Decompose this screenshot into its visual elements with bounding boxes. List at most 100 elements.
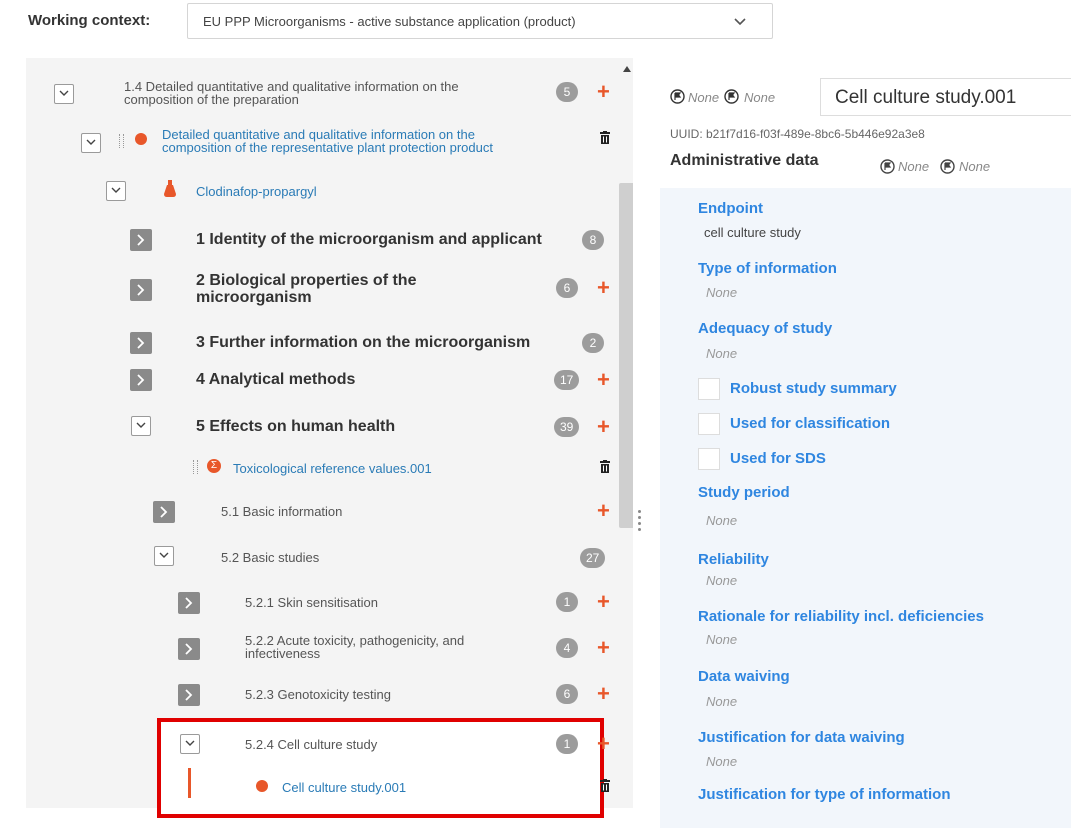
tree-item-tox-values[interactable]: Toxicological reference values.001 <box>233 462 432 475</box>
field-value-adequacy[interactable]: None <box>706 346 737 361</box>
collapse-toggle[interactable] <box>54 84 74 104</box>
collapse-toggle[interactable] <box>81 133 101 153</box>
expand-toggle[interactable] <box>130 369 152 391</box>
flag-icon <box>724 89 739 104</box>
tree-item-5-2-1[interactable]: 5.2.1 Skin sensitisation <box>245 596 378 609</box>
field-label-study-period: Study period <box>698 484 790 501</box>
drag-handle-icon[interactable] <box>193 460 198 474</box>
classification-checkbox[interactable] <box>698 413 720 435</box>
field-value-rationale[interactable]: None <box>706 632 737 647</box>
count-badge: 4 <box>556 638 578 658</box>
field-label-reliability: Reliability <box>698 551 769 568</box>
add-icon[interactable]: + <box>597 500 610 522</box>
field-value-justification-waiving[interactable]: None <box>706 754 737 769</box>
trash-icon[interactable] <box>600 131 610 144</box>
tree-item-5-2-2[interactable]: 5.2.2 Acute toxicity, pathogenicity, and… <box>245 634 464 660</box>
expand-toggle[interactable] <box>130 229 152 251</box>
header-none-1: None <box>688 90 720 105</box>
collapse-toggle[interactable] <box>131 416 151 436</box>
tree-item-5-1[interactable]: 5.1 Basic information <box>221 505 342 518</box>
add-icon[interactable]: + <box>597 81 610 103</box>
add-icon[interactable]: + <box>597 733 610 755</box>
flag-icon <box>670 89 685 104</box>
field-value-type[interactable]: None <box>706 285 737 300</box>
section-heading: Administrative data <box>670 152 819 169</box>
record-title-field[interactable]: Cell culture study.001 <box>820 78 1071 116</box>
add-icon[interactable]: + <box>597 277 610 299</box>
record-title: Cell culture study.001 <box>835 87 1017 108</box>
tree-item-1-4[interactable]: 1.4 Detailed quantitative and qualitativ… <box>124 80 459 106</box>
uuid-text: UUID: b21f7d16-f03f-489e-8bc6-5b446e92a3… <box>670 127 925 141</box>
field-label-type: Type of information <box>698 260 837 277</box>
working-context-select[interactable]: EU PPP Microorganisms - active substance… <box>187 3 773 39</box>
drag-handle-icon[interactable] <box>119 134 124 148</box>
add-icon[interactable]: + <box>597 416 610 438</box>
tree-item-section-2[interactable]: 2 Biological properties of the microorga… <box>196 272 416 306</box>
expand-toggle[interactable] <box>178 638 200 660</box>
collapse-toggle[interactable] <box>106 181 126 201</box>
count-badge: 2 <box>582 333 604 353</box>
scroll-up-arrow[interactable] <box>623 66 631 72</box>
chevron-down-icon <box>734 14 746 29</box>
tree-item-substance[interactable]: Clodinafop-propargyl <box>196 185 317 198</box>
trash-icon[interactable] <box>600 779 610 792</box>
section-tree: 1.4 Detailed quantitative and qualitativ… <box>26 58 633 808</box>
flag-icon <box>880 159 895 174</box>
count-badge: 27 <box>580 548 606 568</box>
tree-item-text: composition of the representative plant … <box>162 140 493 155</box>
count-badge: 1 <box>556 592 578 612</box>
expand-toggle[interactable] <box>130 279 152 301</box>
field-label-adequacy: Adequacy of study <box>698 320 833 337</box>
collapse-toggle[interactable] <box>154 546 174 566</box>
expand-toggle[interactable] <box>153 501 175 523</box>
sds-label: Used for SDS <box>730 450 826 467</box>
count-badge: 6 <box>556 278 578 298</box>
tree-item-text: 2 Biological properties of the <box>196 272 417 289</box>
field-value-reliability[interactable]: None <box>706 573 737 588</box>
field-value-endpoint[interactable]: cell culture study <box>704 225 801 240</box>
header-none-2: None <box>744 90 776 105</box>
tree-item-5-2-3[interactable]: 5.2.3 Genotoxicity testing <box>245 688 391 701</box>
count-badge: 17 <box>554 370 580 390</box>
tree-item-section-3[interactable]: 3 Further information on the microorgani… <box>196 334 530 351</box>
selection-indicator <box>188 768 191 798</box>
tree-item-5-2[interactable]: 5.2 Basic studies <box>221 551 319 564</box>
working-context-label: Working context: <box>28 12 151 29</box>
working-context-bar: Working context: EU PPP Microorganisms -… <box>0 0 1071 44</box>
classification-label: Used for classification <box>730 415 891 432</box>
expand-toggle[interactable] <box>178 592 200 614</box>
robust-study-checkbox[interactable] <box>698 378 720 400</box>
flag-icon <box>940 159 955 174</box>
add-icon[interactable]: + <box>597 591 610 613</box>
expand-toggle[interactable] <box>130 332 152 354</box>
tree-item-cell-culture-record[interactable]: Cell culture study.001 <box>282 781 406 794</box>
pane-resize-handle[interactable] <box>638 510 641 534</box>
tree-item-text: microorganism <box>196 289 312 306</box>
tree-scrollbar[interactable] <box>619 183 633 528</box>
field-label-endpoint: Endpoint <box>698 200 763 217</box>
tree-item-section-5[interactable]: 5 Effects on human health <box>196 418 395 435</box>
add-icon[interactable]: + <box>597 683 610 705</box>
field-value-study-period[interactable]: None <box>706 513 737 528</box>
highlight-box <box>157 718 604 818</box>
expand-toggle[interactable] <box>178 684 200 706</box>
tree-item-detailed-composition[interactable]: Detailed quantitative and qualitative in… <box>162 128 493 154</box>
section-none-2: None <box>959 159 991 174</box>
add-icon[interactable]: + <box>597 637 610 659</box>
section-none-1: None <box>898 159 930 174</box>
status-dot-icon <box>256 780 268 792</box>
field-label-rationale: Rationale for reliability incl. deficien… <box>698 608 984 625</box>
field-value-data-waiving[interactable]: None <box>706 694 737 709</box>
tree-item-section-1[interactable]: 1 Identity of the microorganism and appl… <box>196 231 542 248</box>
robust-study-label: Robust study summary <box>730 380 897 397</box>
sds-checkbox[interactable] <box>698 448 720 470</box>
tree-item-5-2-4[interactable]: 5.2.4 Cell culture study <box>245 738 377 751</box>
tree-item-section-4[interactable]: 4 Analytical methods <box>196 371 355 388</box>
collapse-toggle[interactable] <box>180 734 200 754</box>
count-badge: 8 <box>582 230 604 250</box>
working-context-value: EU PPP Microorganisms - active substance… <box>203 14 576 29</box>
trash-icon[interactable] <box>600 460 610 473</box>
add-icon[interactable]: + <box>597 369 610 391</box>
detail-pane: None None Cell culture study.001 UUID: b… <box>648 58 1071 828</box>
count-badge: 6 <box>556 684 578 704</box>
